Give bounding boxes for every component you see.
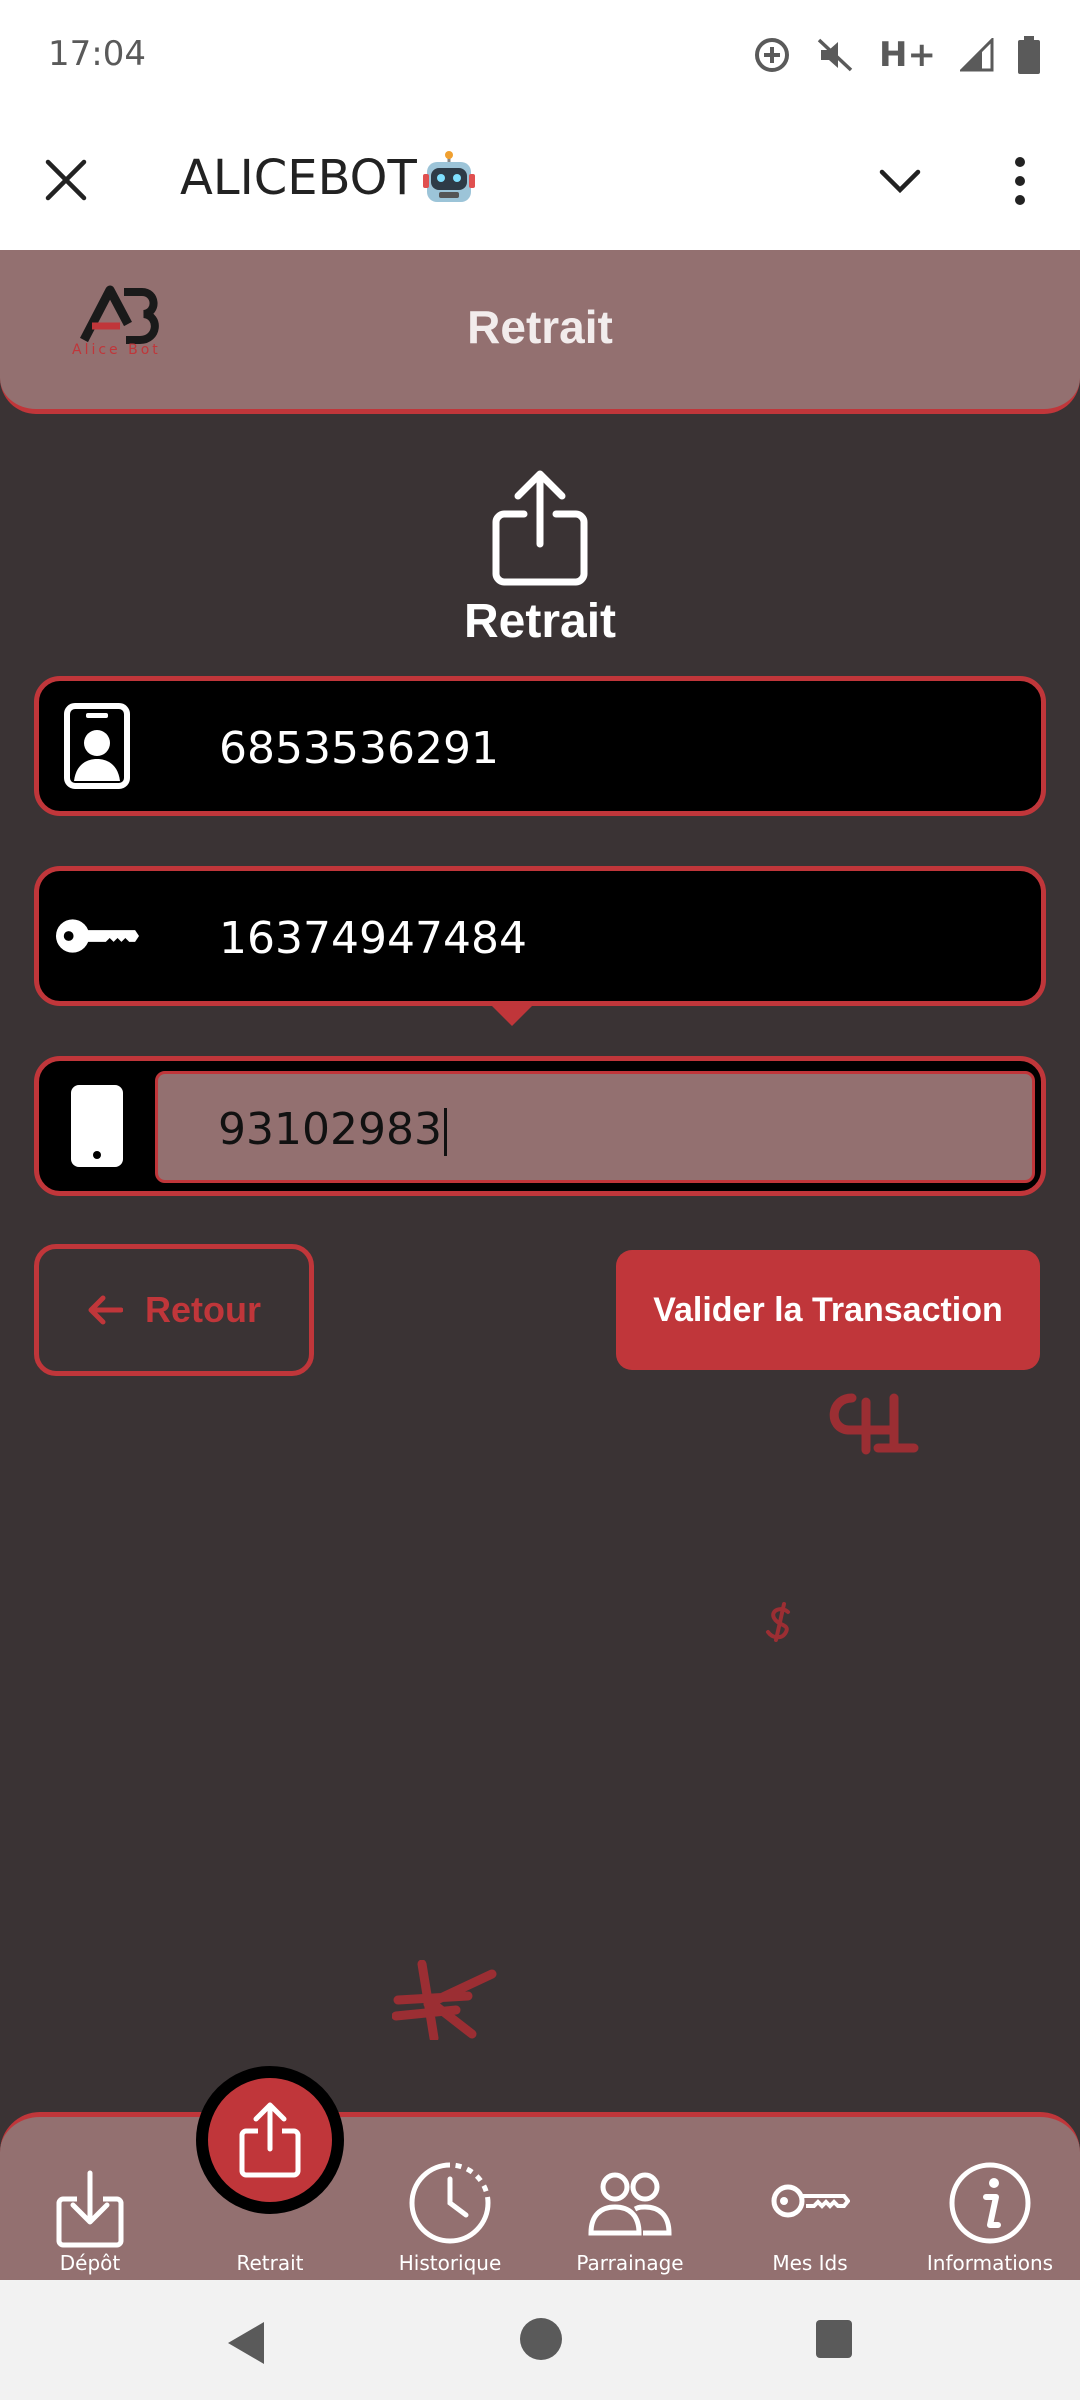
status-time: 17:04: [48, 34, 146, 74]
data-saver-icon: [755, 38, 790, 72]
nav-label-depot: Dépôt: [59, 2251, 121, 2275]
decorative-kip-mark: [392, 1960, 497, 2040]
account-id-value: 6853536291: [219, 723, 499, 774]
upload-icon: [239, 2102, 301, 2178]
back-button-label: Retour: [145, 1289, 261, 1330]
info-icon: [949, 2162, 1031, 2244]
key-icon: [771, 2184, 850, 2218]
decorative-currency-mark: [829, 1393, 919, 1455]
nav-label-historique: Historique: [398, 2251, 502, 2275]
app-title-text: ALICEBOT: [180, 150, 417, 206]
system-home-icon[interactable]: [520, 2318, 562, 2360]
nav-label-mes-ids: Mes Ids: [772, 2251, 848, 2275]
people-icon: [588, 2172, 672, 2236]
retrait-fab-button[interactable]: [196, 2066, 344, 2214]
signal-icon: [960, 38, 994, 72]
close-icon[interactable]: [40, 154, 92, 206]
clock-icon: [409, 2162, 491, 2244]
chevron-down-icon[interactable]: [876, 162, 924, 202]
arrow-left-icon: [88, 1295, 123, 1325]
tooltip-arrow: [490, 1004, 534, 1026]
status-bar: 17:04 H+: [0, 0, 1080, 110]
hero-title: Retrait: [463, 595, 617, 648]
app-title: ALICEBOT: [180, 150, 477, 206]
share-upload-icon: [492, 470, 588, 586]
more-vert-icon[interactable]: [1000, 156, 1040, 206]
network-type: H+: [879, 35, 936, 75]
page-header-title: Retrait: [467, 301, 613, 353]
withdrawal-code-value: 16374947484: [219, 913, 527, 964]
key-icon: [55, 893, 139, 979]
phone-input-value: 93102983: [218, 1104, 447, 1156]
system-back-icon[interactable]: [224, 2320, 268, 2366]
robot-emoji-icon: [422, 151, 475, 202]
system-nav-bar: [0, 2280, 1080, 2400]
id-badge-icon: [55, 703, 139, 789]
account-id-field[interactable]: 6853536291: [34, 676, 1046, 816]
nav-label-retrait: Retrait: [236, 2251, 304, 2275]
withdrawal-code-field[interactable]: 16374947484: [34, 866, 1046, 1006]
nav-item-depot[interactable]: Dépôt: [0, 2117, 180, 2285]
submit-button-label: Valider la Transaction: [653, 1290, 1003, 1329]
nav-label-parrainage: Parrainage: [576, 2251, 684, 2275]
page-header: Alice Bot Retrait: [0, 250, 1080, 414]
nav-item-parrainage[interactable]: Parrainage: [540, 2117, 720, 2285]
nav-item-mes-ids[interactable]: Mes Ids: [720, 2117, 900, 2285]
nav-item-informations[interactable]: Informations: [900, 2117, 1080, 2285]
nav-label-informations: Informations: [926, 2251, 1054, 2275]
system-recents-icon[interactable]: [816, 2320, 852, 2358]
app-bar: ALICEBOT: [0, 110, 1080, 250]
phone-number-text: 93102983: [218, 1104, 442, 1155]
mute-icon: [817, 38, 853, 72]
phone-input[interactable]: 93102983: [155, 1071, 1035, 1183]
decorative-dollar-mark: [766, 1602, 790, 1642]
phone-field[interactable]: 93102983: [34, 1056, 1046, 1196]
battery-icon: [1018, 36, 1040, 74]
status-icons: H+: [753, 30, 1040, 80]
back-button[interactable]: Retour: [34, 1244, 314, 1376]
nav-item-historique[interactable]: Historique: [360, 2117, 540, 2285]
download-icon: [56, 2170, 124, 2248]
bottom-nav: Dépôt Retrait Historique Parrainage Mes …: [0, 2112, 1080, 2280]
submit-transaction-button[interactable]: Valider la Transaction: [616, 1250, 1040, 1370]
text-cursor: [443, 1108, 447, 1156]
phone-icon: [55, 1083, 139, 1169]
